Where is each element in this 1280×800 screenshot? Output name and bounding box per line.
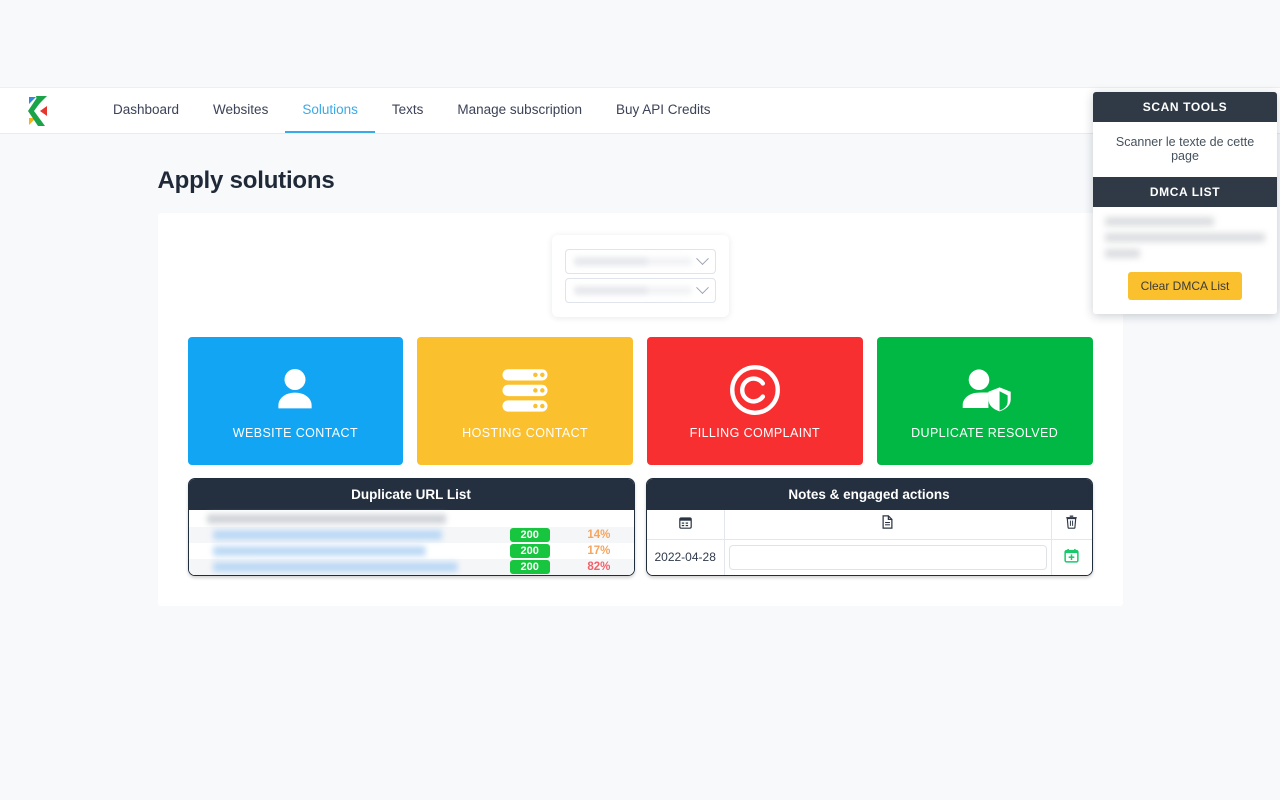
top-blank-area — [0, 0, 1280, 87]
duplicate-url-panel-body: 200 14% 200 17% 200 82% — [188, 510, 634, 575]
kezia-k-logo-icon — [28, 95, 47, 126]
tile-hosting-contact[interactable]: HOSTING CONTACT — [417, 337, 633, 465]
tile-label: WEBSITE CONTACT — [232, 426, 358, 440]
scan-tools-title: SCAN TOOLS — [1093, 92, 1277, 122]
duplicate-url-redacted — [212, 546, 444, 556]
similarity-percent: 82% — [587, 561, 611, 573]
copyright-icon — [727, 362, 783, 418]
tile-label: DUPLICATE RESOLVED — [911, 426, 1059, 440]
notes-col-delete — [1051, 510, 1092, 540]
chevron-down-icon — [695, 281, 709, 295]
page-title: Apply solutions — [157, 167, 335, 194]
document-icon — [882, 515, 893, 529]
user-icon — [267, 362, 323, 418]
duplicate-url-panel: Duplicate URL List 200 14% 200 17% 200 8… — [187, 478, 635, 576]
notes-row: 2022-04-28 — [646, 539, 1092, 576]
tile-filling-complaint[interactable]: FILLING COMPLAINT — [647, 337, 863, 465]
note-date-cell: 2022-04-28 — [646, 539, 725, 575]
server-icon — [497, 362, 553, 418]
brand-logo[interactable] — [18, 88, 62, 133]
note-date: 2022-04-28 — [654, 550, 716, 565]
status-badge: 200 — [509, 560, 550, 574]
notes-header-row — [646, 510, 1092, 540]
dmca-list-body: Clear DMCA List — [1093, 207, 1277, 314]
status-badge: 200 — [509, 544, 550, 558]
notes-panel-body: 2022-04-28 — [646, 510, 1092, 576]
notes-table: 2022-04-28 — [646, 510, 1092, 576]
duplicate-url-redacted — [212, 530, 462, 540]
note-action-cell[interactable] — [1051, 540, 1091, 576]
selector-box — [551, 235, 729, 317]
page-container: Apply solutions WEBSITE CONTACT HOSTING … — [157, 134, 1123, 606]
scan-page-text-action[interactable]: Scanner le texte de cette page — [1093, 122, 1277, 177]
source-url-redacted — [206, 514, 486, 524]
nav-item-solutions[interactable]: Solutions — [285, 88, 375, 133]
dmca-entries-redacted — [1105, 217, 1265, 258]
calendar-icon — [678, 516, 692, 529]
tile-label: FILLING COMPLAINT — [689, 426, 821, 440]
main-content-card: WEBSITE CONTACT HOSTING CONTACT FILLING … — [157, 213, 1123, 606]
notes-col-note — [724, 510, 1052, 540]
chevron-down-icon — [695, 252, 709, 266]
duplicate-url-panel-title: Duplicate URL List — [188, 479, 634, 510]
nav-item-websites[interactable]: Websites — [196, 88, 285, 133]
notes-col-date — [646, 510, 725, 540]
lower-panels: Duplicate URL List 200 14% 200 17% 200 8… — [187, 478, 1093, 576]
tile-duplicate-resolved[interactable]: DUPLICATE RESOLVED — [876, 337, 1093, 465]
notes-panel-title: Notes & engaged actions — [646, 479, 1092, 510]
nav-item-buy-api-credits[interactable]: Buy API Credits — [599, 88, 728, 133]
nav-links: Dashboard Websites Solutions Texts Manag… — [96, 88, 728, 133]
nav-item-texts[interactable]: Texts — [375, 88, 441, 133]
tile-website-contact[interactable]: WEBSITE CONTACT — [187, 337, 404, 465]
selector-wrap — [188, 235, 1093, 317]
similarity-percent: 14% — [587, 529, 611, 541]
nav-item-manage-subscription[interactable]: Manage subscription — [440, 88, 599, 133]
bottom-spacer — [0, 606, 1280, 800]
dmca-list-title: DMCA LIST — [1093, 177, 1277, 207]
notes-panel: Notes & engaged actions 2022-04-28 — [645, 478, 1093, 576]
scan-tools-panel: SCAN TOOLS Scanner le texte de cette pag… — [1093, 92, 1277, 314]
page-body: Apply solutions WEBSITE CONTACT HOSTING … — [0, 134, 1280, 800]
user-shield-icon — [955, 362, 1015, 418]
website-select-value — [573, 257, 692, 266]
action-tiles: WEBSITE CONTACT HOSTING CONTACT FILLING … — [187, 337, 1093, 465]
clear-dmca-list-button[interactable]: Clear DMCA List — [1127, 272, 1243, 300]
table-row-source — [189, 510, 634, 527]
main-navbar: Dashboard Websites Solutions Texts Manag… — [0, 87, 1280, 134]
note-text-cell — [724, 539, 1052, 575]
note-input[interactable] — [728, 545, 1047, 570]
trash-icon — [1066, 515, 1077, 529]
duplicate-select[interactable] — [564, 278, 716, 303]
table-row[interactable]: 200 17% — [189, 543, 634, 559]
table-row[interactable]: 200 82% — [188, 559, 634, 575]
tile-label: HOSTING CONTACT — [462, 426, 589, 440]
website-select[interactable] — [564, 249, 716, 274]
duplicate-select-value — [573, 286, 692, 295]
status-badge: 200 — [509, 528, 550, 542]
duplicate-url-redacted — [212, 562, 480, 572]
similarity-percent: 17% — [587, 545, 611, 557]
table-row[interactable]: 200 14% — [188, 527, 634, 543]
duplicate-url-table: 200 14% 200 17% 200 82% — [188, 510, 634, 575]
nav-item-dashboard[interactable]: Dashboard — [96, 88, 196, 133]
calendar-plus-icon[interactable] — [1064, 548, 1079, 563]
